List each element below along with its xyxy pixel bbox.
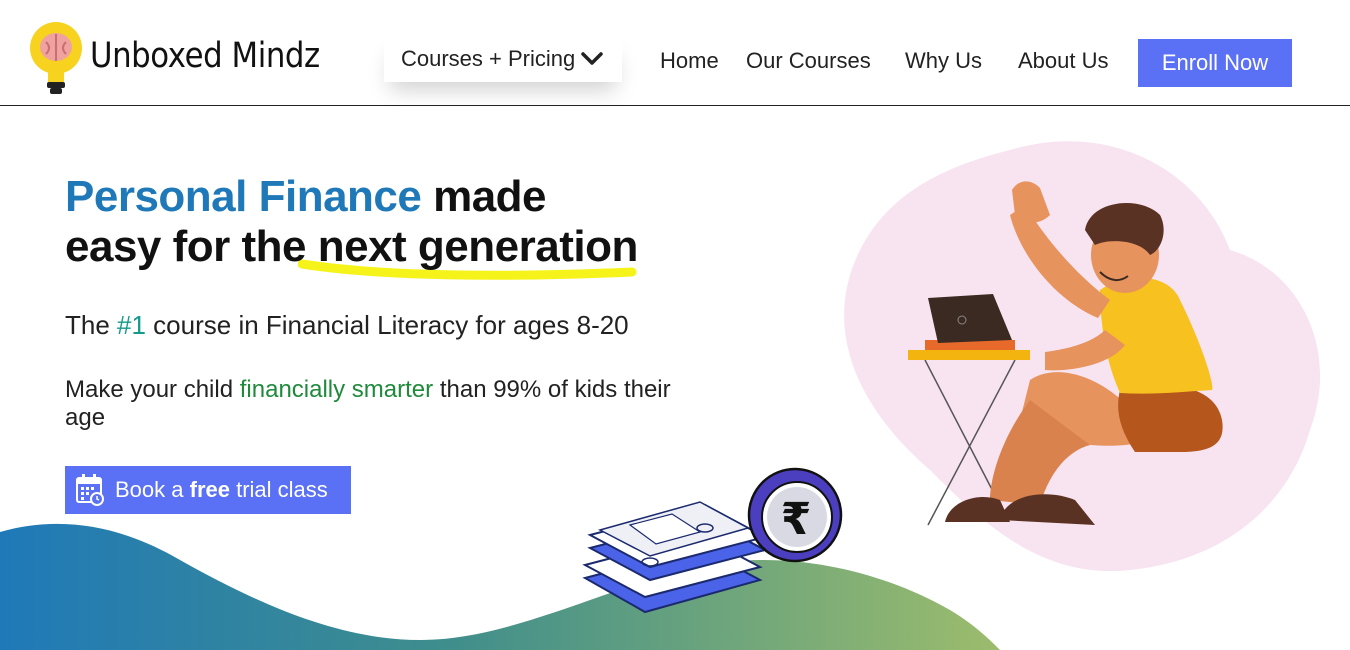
svg-text:₹: ₹ bbox=[781, 494, 812, 545]
sub2-pre: Make your child bbox=[65, 376, 240, 403]
money-stack-illustration bbox=[582, 501, 768, 614]
sub1-post: course in Financial Literacy for ages 8-… bbox=[145, 310, 629, 340]
pink-blob bbox=[844, 141, 1321, 572]
sub2-accent: financially smarter bbox=[239, 376, 434, 403]
brand-logo[interactable]: Unboxed Mindz bbox=[28, 20, 320, 98]
enroll-now-button[interactable]: Enroll Now bbox=[1138, 39, 1292, 87]
hero-subtitle-1: The #1 course in Financial Literacy for … bbox=[65, 310, 629, 341]
brand-name: Unboxed Mindz bbox=[90, 36, 320, 76]
site-header: Unboxed Mindz Courses + Pricing Home Our… bbox=[0, 0, 1350, 106]
nav-home[interactable]: Home bbox=[660, 48, 719, 74]
sub1-pre: The bbox=[65, 310, 118, 340]
headline-part2: made bbox=[421, 172, 547, 221]
headline-part3: easy for the bbox=[65, 222, 318, 271]
boy-with-laptop-illustration bbox=[908, 181, 1223, 526]
nav-about-us[interactable]: About Us bbox=[1018, 48, 1109, 74]
sub1-accent: #1 bbox=[117, 310, 146, 340]
cta-bold: free bbox=[189, 477, 230, 502]
hero-subtitle-2: Make your child financially smarter than… bbox=[65, 376, 715, 432]
chevron-down-icon bbox=[581, 52, 603, 65]
nav-our-courses[interactable]: Our Courses bbox=[746, 48, 871, 74]
headline-highlight: next generation bbox=[317, 222, 639, 271]
nav-why-us[interactable]: Why Us bbox=[905, 48, 982, 74]
cta-post: trial class bbox=[236, 477, 328, 502]
cta-pre: Book a bbox=[115, 477, 184, 502]
dropdown-label: Courses + Pricing bbox=[401, 46, 576, 71]
book-trial-button[interactable]: Book a free trial class bbox=[65, 466, 351, 514]
calendar-icon bbox=[76, 474, 104, 506]
bottom-wave bbox=[0, 523, 1000, 650]
rupee-coin-illustration: ₹ bbox=[747, 467, 843, 563]
hero-headline: Personal Finance made easy for the next … bbox=[65, 172, 638, 272]
bulb-brain-icon bbox=[30, 22, 82, 94]
courses-pricing-dropdown[interactable]: Courses + Pricing bbox=[384, 36, 622, 82]
headline-accent: Personal Finance bbox=[65, 172, 422, 221]
